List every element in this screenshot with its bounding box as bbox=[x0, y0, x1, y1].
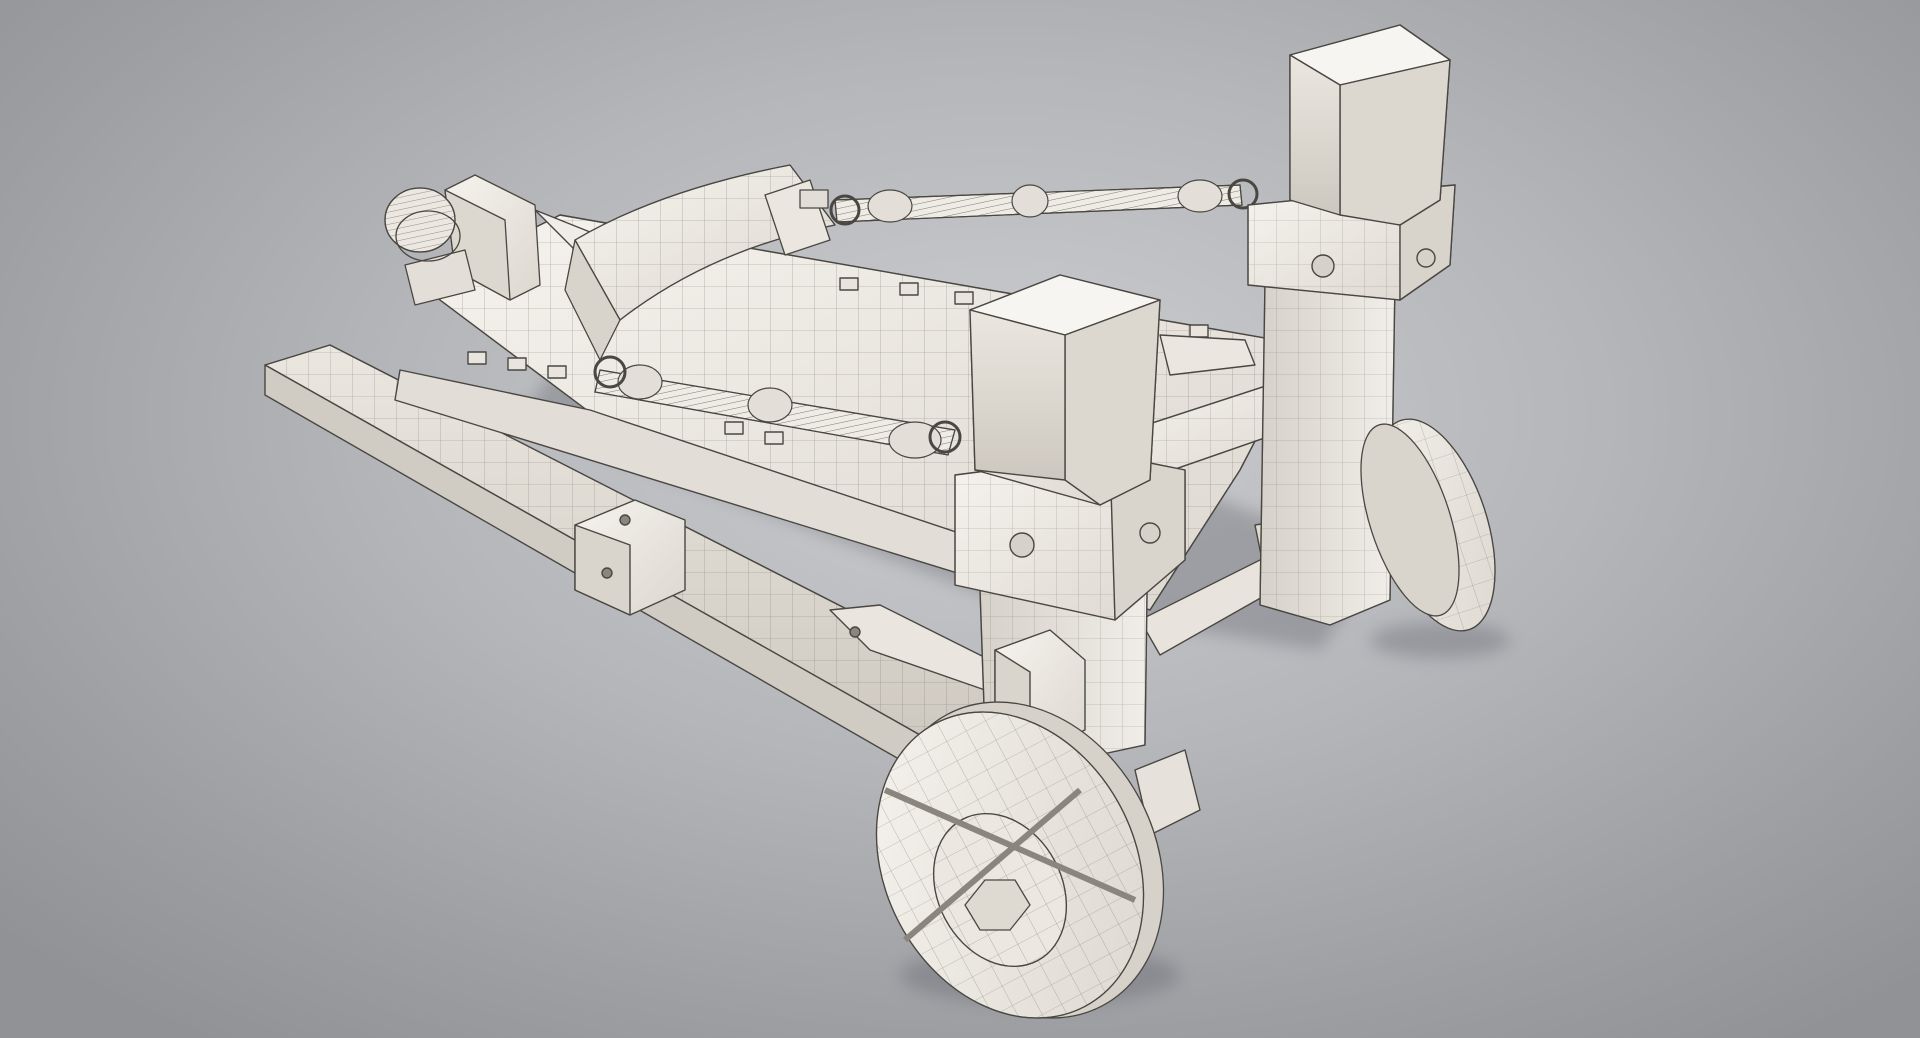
rear-winch bbox=[384, 174, 541, 306]
torsion-rope-upper bbox=[829, 178, 1259, 226]
render-viewport bbox=[0, 0, 1920, 1038]
catapult-model bbox=[264, 24, 1510, 1019]
